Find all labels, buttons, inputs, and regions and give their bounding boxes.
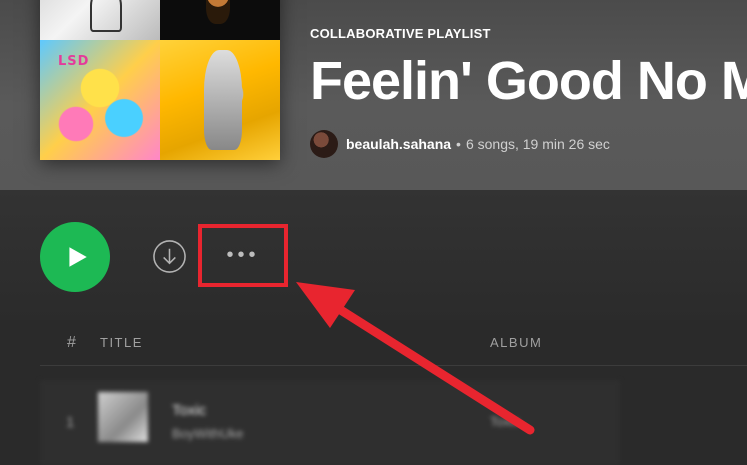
cover-tile-lsd-logo: LSD (58, 54, 90, 69)
play-icon (69, 247, 87, 267)
meta-separator: • (456, 136, 461, 152)
download-button[interactable] (152, 239, 187, 274)
more-options-button[interactable]: ••• (198, 224, 288, 287)
track-number: 1 (66, 414, 75, 431)
cover-robot-figure (204, 50, 242, 150)
column-header-title[interactable]: TITLE (100, 335, 143, 350)
cover-tile-dark (160, 0, 280, 40)
playlist-owner-row: beaulah.sahana • 6 songs, 19 min 26 sec (310, 130, 610, 158)
playlist-stats: 6 songs, 19 min 26 sec (465, 136, 610, 152)
table-row[interactable]: 1 Toxic BoyWithUke Toxic (40, 380, 620, 465)
column-header-album[interactable]: ALBUM (490, 335, 542, 350)
playlist-meta: COLLABORATIVE PLAYLIST Feelin' Good No M (310, 26, 747, 111)
header-divider (40, 365, 747, 366)
playlist-type-label: COLLABORATIVE PLAYLIST (310, 26, 491, 41)
track-title[interactable]: Toxic (172, 402, 206, 419)
owner-name-link[interactable]: beaulah.sahana (346, 136, 451, 152)
track-artist[interactable]: BoyWithUke (172, 426, 244, 441)
cover-tile-boywithuke (40, 0, 160, 40)
playlist-cover-art: LSD (40, 0, 280, 160)
playlist-header: LSD COLLABORATIVE PLAYLIST Feelin' Good … (0, 0, 747, 190)
action-bar: ••• (0, 190, 747, 320)
track-table-header: # TITLE ALBUM (0, 320, 747, 366)
owner-avatar[interactable] (310, 130, 338, 158)
play-button[interactable] (40, 222, 110, 292)
playlist-title: Feelin' Good No M (310, 51, 747, 111)
download-icon (153, 240, 186, 273)
cover-tile-aerosmith (160, 40, 280, 160)
column-header-number: # (67, 334, 76, 351)
cover-tile-lsd: LSD (40, 40, 160, 160)
track-album[interactable]: Toxic (490, 414, 520, 429)
more-options-icon: ••• (226, 244, 260, 266)
track-album-art (98, 392, 148, 442)
